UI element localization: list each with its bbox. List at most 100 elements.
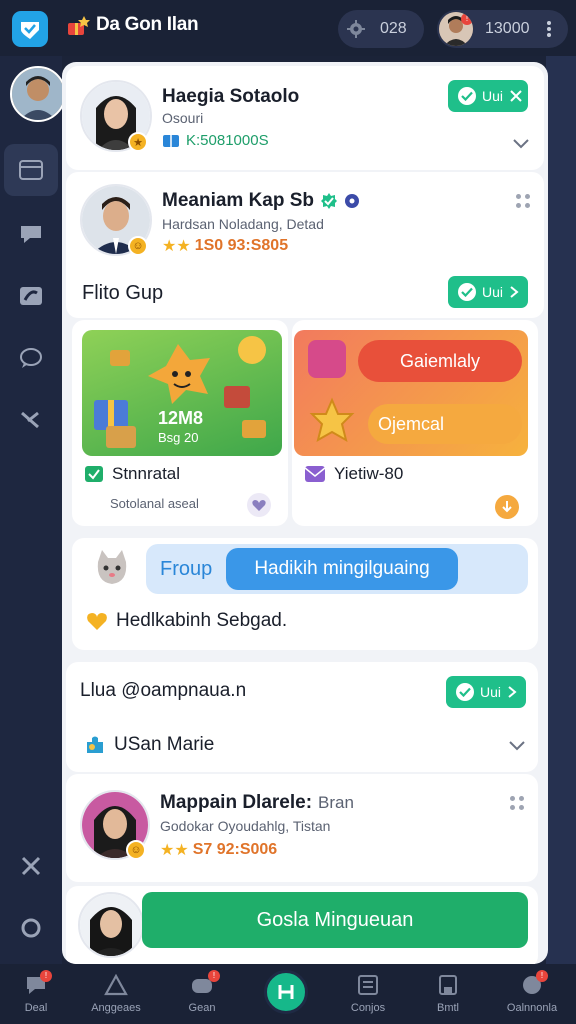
save-icon (436, 974, 460, 996)
challenge-banner: Gaiemlaly Ojemcal (294, 330, 528, 456)
check-box-icon (85, 466, 103, 482)
rail-item-media[interactable] (4, 270, 58, 322)
group-section-title: Flito Gup (82, 282, 164, 304)
cta-avatar[interactable] (78, 892, 144, 958)
drag-handle-icon[interactable] (516, 194, 534, 212)
user-avatar[interactable]: ! (439, 12, 473, 46)
join-group-button[interactable]: Uui (448, 276, 528, 308)
rail-item-messages[interactable] (4, 332, 58, 384)
chevron-down-icon[interactable] (508, 740, 526, 752)
star-icon: ★★ (162, 238, 191, 255)
main-sheet: ★ Haegia Sotaolo Osouri K:5081000S Uui ☺ (62, 62, 548, 964)
group-message-row: Hedlkabinh Sebgad. (86, 610, 287, 632)
app-logo[interactable] (12, 11, 48, 47)
contact-member-name: USan Marie (114, 734, 215, 755)
close-icon[interactable] (509, 89, 523, 103)
rail-item-chat[interactable] (4, 208, 58, 260)
challenge-emblem-icon (308, 340, 346, 378)
verified-badge-icon: ★ (128, 132, 148, 152)
tag-icon (104, 973, 128, 996)
smile-badge-icon: ☺ (126, 840, 146, 860)
member-2-name: Mappain Dlarele: (160, 792, 313, 813)
member-score-row: ★★ 1S0 93:S805 (162, 236, 288, 256)
secondary-challenge-button[interactable]: Ojemcal (368, 404, 522, 444)
message-icon (20, 348, 42, 368)
contact-action-label: Uui (480, 684, 502, 700)
compose-button[interactable] (264, 970, 308, 1014)
level-icon (345, 194, 360, 208)
profile-id: K:5081000S (186, 132, 269, 149)
nav-item-gean[interactable]: ! Gean (166, 964, 238, 1024)
nav-item-anggeaes[interactable]: Anggeaes (80, 964, 152, 1024)
group-label: Froup (160, 558, 213, 580)
app-title-group: Da Gon Ilan (66, 14, 199, 36)
coin-balance: 13000 (485, 20, 530, 37)
promo-left-caption: Stnnratal (84, 464, 180, 484)
settings-ring-icon (21, 918, 41, 938)
rail-item-feed[interactable] (4, 144, 58, 196)
nav-item-deal[interactable]: ! Deal (0, 964, 72, 1024)
background-panel (546, 56, 576, 964)
more-vertical-icon[interactable] (546, 20, 552, 38)
heart-icon[interactable] (246, 492, 272, 518)
gift-star-icon (68, 16, 90, 35)
member-card[interactable]: ☺ Meaniam Kap Sb Hardsan Noladang, Detad… (66, 172, 544, 318)
promo-tile-left[interactable]: 12M8 Bsg 20 Stnnratal Sotolanal aseal (72, 320, 288, 526)
rail-item-settings[interactable] (4, 902, 58, 954)
profile-card[interactable]: ★ Haegia Sotaolo Osouri K:5081000S Uui (66, 66, 544, 170)
drag-handle-icon[interactable] (510, 796, 528, 814)
member-2-name-suffix: Bran (318, 793, 354, 812)
contact-card[interactable]: Llua @oampnaua.n Uui USan Marie (66, 662, 538, 772)
download-icon[interactable] (494, 494, 520, 520)
chevron-right-icon (510, 286, 519, 298)
reward-banner[interactable]: 12M8 Bsg 20 (82, 330, 282, 456)
mail-icon (304, 466, 326, 482)
group-banner-card[interactable]: Froup Hadikih mingilguaing Hedlkabinh Se… (72, 538, 538, 650)
nav-item-conjos[interactable]: Conjos (332, 964, 404, 1024)
follow-button[interactable]: Uui (448, 80, 528, 112)
primary-cta-button[interactable]: Gosla Mingueuan (142, 892, 528, 948)
list-icon (356, 974, 380, 996)
settings-count: 028 (380, 20, 407, 37)
star-icon: ★★ (160, 842, 189, 859)
account-pill[interactable]: ! 13000 (437, 10, 568, 48)
check-icon (458, 283, 476, 301)
smile-badge-icon: ☺ (128, 236, 148, 256)
chevron-down-icon[interactable] (512, 138, 530, 150)
chat-bubble-icon: ! (24, 970, 52, 996)
person-icon (12, 68, 64, 120)
group-highlight-button[interactable]: Hadikih mingilguaing (226, 548, 458, 590)
check-icon (458, 87, 476, 105)
member-2-name-row: Mappain Dlarele: Bran (160, 792, 354, 814)
promo-left-title: Stnnratal (112, 464, 181, 483)
nav-item-bmtl[interactable]: Bmtl (412, 964, 484, 1024)
member-card-2[interactable]: ☺ Mappain Dlarele: Bran Godokar Oyoudahl… (66, 774, 538, 882)
promo-right-title: Yietiw-80 (334, 464, 404, 483)
member-2-score: S7 92:S006 (192, 841, 278, 858)
image-icon (20, 287, 42, 305)
app-title: Da Gon Ilan (96, 14, 199, 35)
verified-icon (321, 193, 338, 209)
gear-icon (347, 20, 365, 38)
game-icon: ! (190, 970, 220, 996)
group-message: Hedlkabinh Sebgad. (116, 610, 288, 631)
rail-profile-avatar[interactable] (10, 66, 66, 122)
contact-title: Llua @oampnaua.n (80, 680, 247, 701)
cat-mascot-icon (97, 550, 127, 584)
rail-item-tools[interactable] (4, 394, 58, 446)
contact-action-button[interactable]: Uui (446, 676, 526, 708)
reward-subtext: Bsg 20 (158, 430, 199, 445)
promo-right-caption: Yietiw-80 (304, 464, 403, 484)
settings-pill[interactable]: 028 (338, 10, 424, 48)
puzzle-star-icon (309, 397, 355, 443)
primary-challenge-button[interactable]: Gaiemlaly (358, 340, 522, 382)
book-icon (163, 134, 179, 147)
window-icon (19, 160, 43, 180)
profile-name: Haegia Sotaolo (162, 86, 300, 107)
rail-item-close[interactable] (4, 840, 58, 892)
join-group-button-label: Uui (482, 284, 504, 300)
tools-icon (21, 411, 39, 429)
promo-tile-right[interactable]: Gaiemlaly Ojemcal Yietiw-80 (292, 320, 538, 526)
nav-item-oalnnonla[interactable]: ! Oalnnonla (496, 964, 568, 1024)
contact-member-row: USan Marie (84, 734, 214, 756)
